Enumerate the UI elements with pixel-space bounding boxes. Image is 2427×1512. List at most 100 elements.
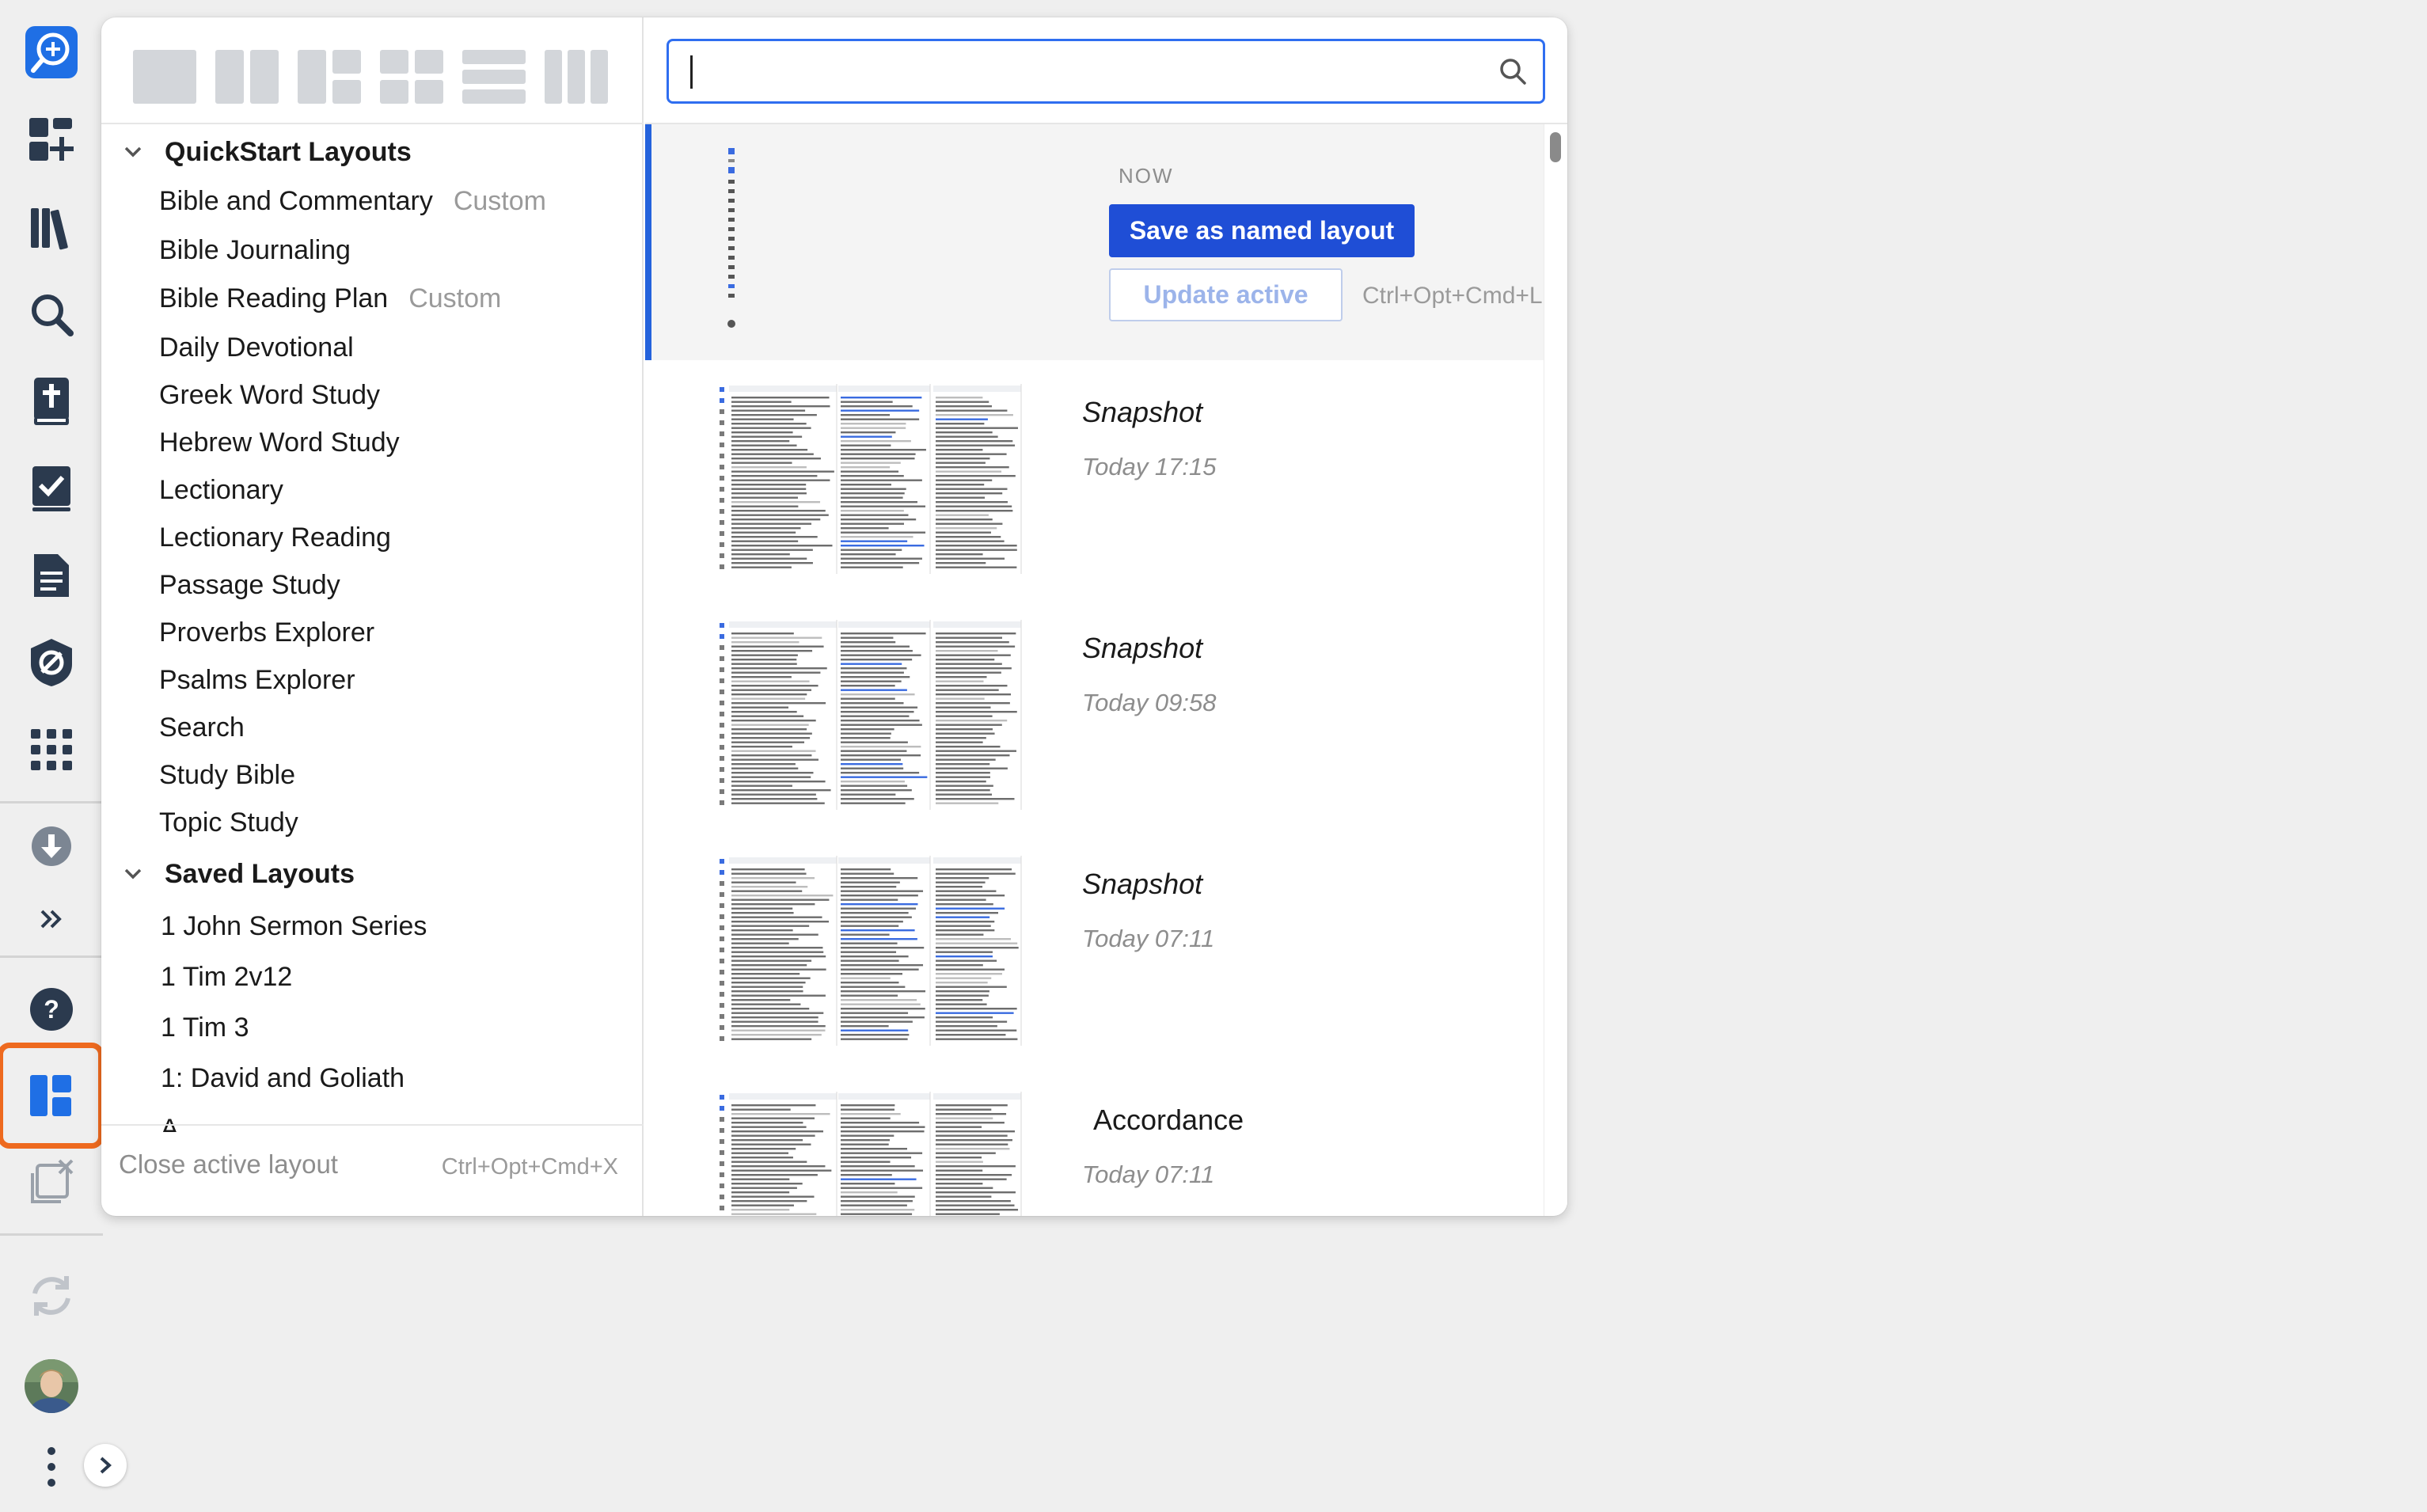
search-box[interactable] (667, 39, 1545, 104)
current-layout-thumbnail (727, 148, 738, 330)
saved-group-header[interactable]: Saved Layouts (117, 850, 355, 898)
chevron-down-icon (117, 136, 149, 168)
snapshot-title: Snapshot (1082, 632, 1203, 664)
single-panel-icon[interactable] (133, 49, 196, 104)
more-chevron-icon[interactable] (21, 888, 82, 950)
three-rows-icon[interactable] (462, 49, 526, 104)
layout-item-label: Bible and Commentary (159, 185, 433, 216)
layout-item[interactable]: Study Bible (159, 751, 295, 799)
no-tracking-icon[interactable] (21, 632, 82, 693)
four-grid-icon[interactable] (380, 49, 443, 104)
download-icon[interactable] (21, 815, 82, 877)
save-as-named-layout-button[interactable]: Save as named layout (1109, 204, 1415, 257)
saved-layout-item[interactable]: 1 John Sermon Series (161, 902, 427, 950)
layout-item[interactable]: Psalms Explorer (159, 656, 355, 704)
layout-item-label: A (161, 1113, 179, 1133)
snapshot-row[interactable]: Snapshot Today 17:15 (645, 360, 1566, 596)
text-caret (690, 55, 693, 89)
help-icon[interactable]: ? (21, 978, 82, 1040)
custom-tag: Custom (453, 185, 546, 216)
layout-item[interactable]: Hebrew Word Study (159, 419, 400, 466)
layout-item[interactable]: Greek Word Study (159, 371, 380, 419)
layouts-preview-column: NOW Save as named layout Update active C… (645, 17, 1567, 1216)
layout-item-label: 1: David and Goliath (161, 1062, 405, 1093)
layout-item-label: Bible Reading Plan (159, 283, 389, 313)
divider (101, 123, 644, 124)
scrollbar[interactable] (1544, 124, 1567, 1216)
rail-divider (0, 955, 103, 958)
chevron-down-icon (117, 858, 149, 890)
layout-item[interactable]: Proverbs Explorer (159, 609, 374, 656)
layout-item-label: Lectionary (159, 474, 283, 505)
kebab-menu-icon[interactable] (21, 1436, 82, 1498)
close-panels-icon[interactable] (21, 1152, 82, 1214)
add-panel-icon[interactable] (21, 109, 82, 171)
layout-item-label: Lectionary Reading (159, 522, 391, 553)
rail-divider (0, 801, 103, 803)
layout-item-label: 1 Tim 2v12 (161, 961, 293, 992)
quickstart-group-header[interactable]: QuickStart Layouts (117, 128, 412, 176)
now-label: NOW (1119, 164, 1174, 188)
close-shortcut-hint: Ctrl+Opt+Cmd+X (441, 1154, 618, 1180)
snapshot-time: Today 17:15 (1082, 453, 1217, 481)
layout-item[interactable]: Bible Reading Plan Custom (159, 275, 501, 322)
layouts-panel: QuickStart Layouts Bible and Commentary C… (101, 17, 1567, 1216)
snapshot-row[interactable]: Snapshot Today 09:58 (645, 596, 1566, 832)
update-active-button[interactable]: Update active (1109, 268, 1343, 321)
apps-grid-icon[interactable] (21, 719, 82, 781)
expand-rail-icon[interactable] (84, 1444, 127, 1487)
three-mixed-icon[interactable] (298, 49, 361, 104)
bible-icon[interactable] (21, 370, 82, 432)
document-icon[interactable] (21, 545, 82, 606)
layout-item-label: Proverbs Explorer (159, 617, 375, 648)
saved-layout-item[interactable]: 1: David and Goliath (161, 1054, 404, 1102)
layout-item-label: 1 John Sermon Series (161, 910, 427, 941)
layouts-tree: QuickStart Layouts Bible and Commentary C… (101, 127, 644, 1132)
layout-item-label: 1 Tim 3 (161, 1012, 249, 1043)
snapshot-time: Today 09:58 (1082, 689, 1217, 716)
layouts-icon[interactable] (0, 1043, 104, 1149)
saved-layout-item[interactable]: 1 Tim 3 (161, 1004, 249, 1051)
layout-item[interactable]: Passage Study (159, 561, 340, 609)
snapshot-time: Today 07:11 (1082, 925, 1215, 952)
three-columns-icon[interactable] (545, 49, 608, 104)
two-columns-icon[interactable] (215, 49, 279, 104)
snapshot-thumbnail (718, 384, 1023, 574)
sync-icon[interactable] (21, 1265, 82, 1327)
scrollbar-thumb[interactable] (1550, 132, 1561, 162)
layout-item[interactable]: Bible Journaling (159, 226, 351, 274)
library-icon[interactable] (21, 196, 82, 258)
snapshot-title: Accordance (1093, 1104, 1244, 1136)
checklist-icon[interactable] (21, 458, 82, 519)
snapshot-row[interactable]: Accordance Today 07:11 (645, 1068, 1566, 1216)
layout-item-label: Daily Devotional (159, 332, 354, 363)
avatar[interactable] (21, 1355, 82, 1417)
layout-item[interactable]: Bible and Commentary Custom (159, 177, 546, 225)
saved-layout-item[interactable]: A (161, 1105, 179, 1133)
layout-item[interactable]: Daily Devotional (159, 324, 354, 371)
saved-layout-item[interactable]: 1 Tim 2v12 (161, 953, 292, 1001)
search-icon[interactable] (21, 283, 82, 345)
layout-type-picker (133, 33, 608, 120)
snapshot-row[interactable]: Snapshot Today 07:11 (645, 832, 1566, 1068)
layout-item[interactable]: Search (159, 704, 245, 751)
custom-tag: Custom (408, 283, 502, 313)
snapshot-title: Snapshot (1082, 868, 1203, 900)
layouts-list-column: QuickStart Layouts Bible and Commentary C… (101, 17, 644, 1216)
snapshot-thumbnail (718, 620, 1023, 810)
shortcuts-icon[interactable] (21, 21, 82, 83)
group-label: QuickStart Layouts (165, 136, 412, 167)
layout-item[interactable]: Lectionary (159, 466, 283, 514)
update-shortcut-hint: Ctrl+Opt+Cmd+L (1362, 283, 1543, 309)
divider (101, 1124, 644, 1126)
layout-item[interactable]: Lectionary Reading (159, 514, 391, 561)
snapshot-thumbnail (718, 856, 1023, 1046)
layout-item-label: Greek Word Study (159, 379, 381, 410)
close-active-layout-button[interactable]: Close active layout (119, 1149, 338, 1180)
snapshot-time: Today 07:11 (1082, 1161, 1215, 1188)
search-input[interactable] (683, 52, 1475, 90)
svg-text:?: ? (44, 995, 59, 1024)
layout-item[interactable]: Topic Study (159, 799, 298, 846)
left-rail: ? (0, 0, 127, 1512)
layout-item-label: Passage Study (159, 569, 340, 600)
